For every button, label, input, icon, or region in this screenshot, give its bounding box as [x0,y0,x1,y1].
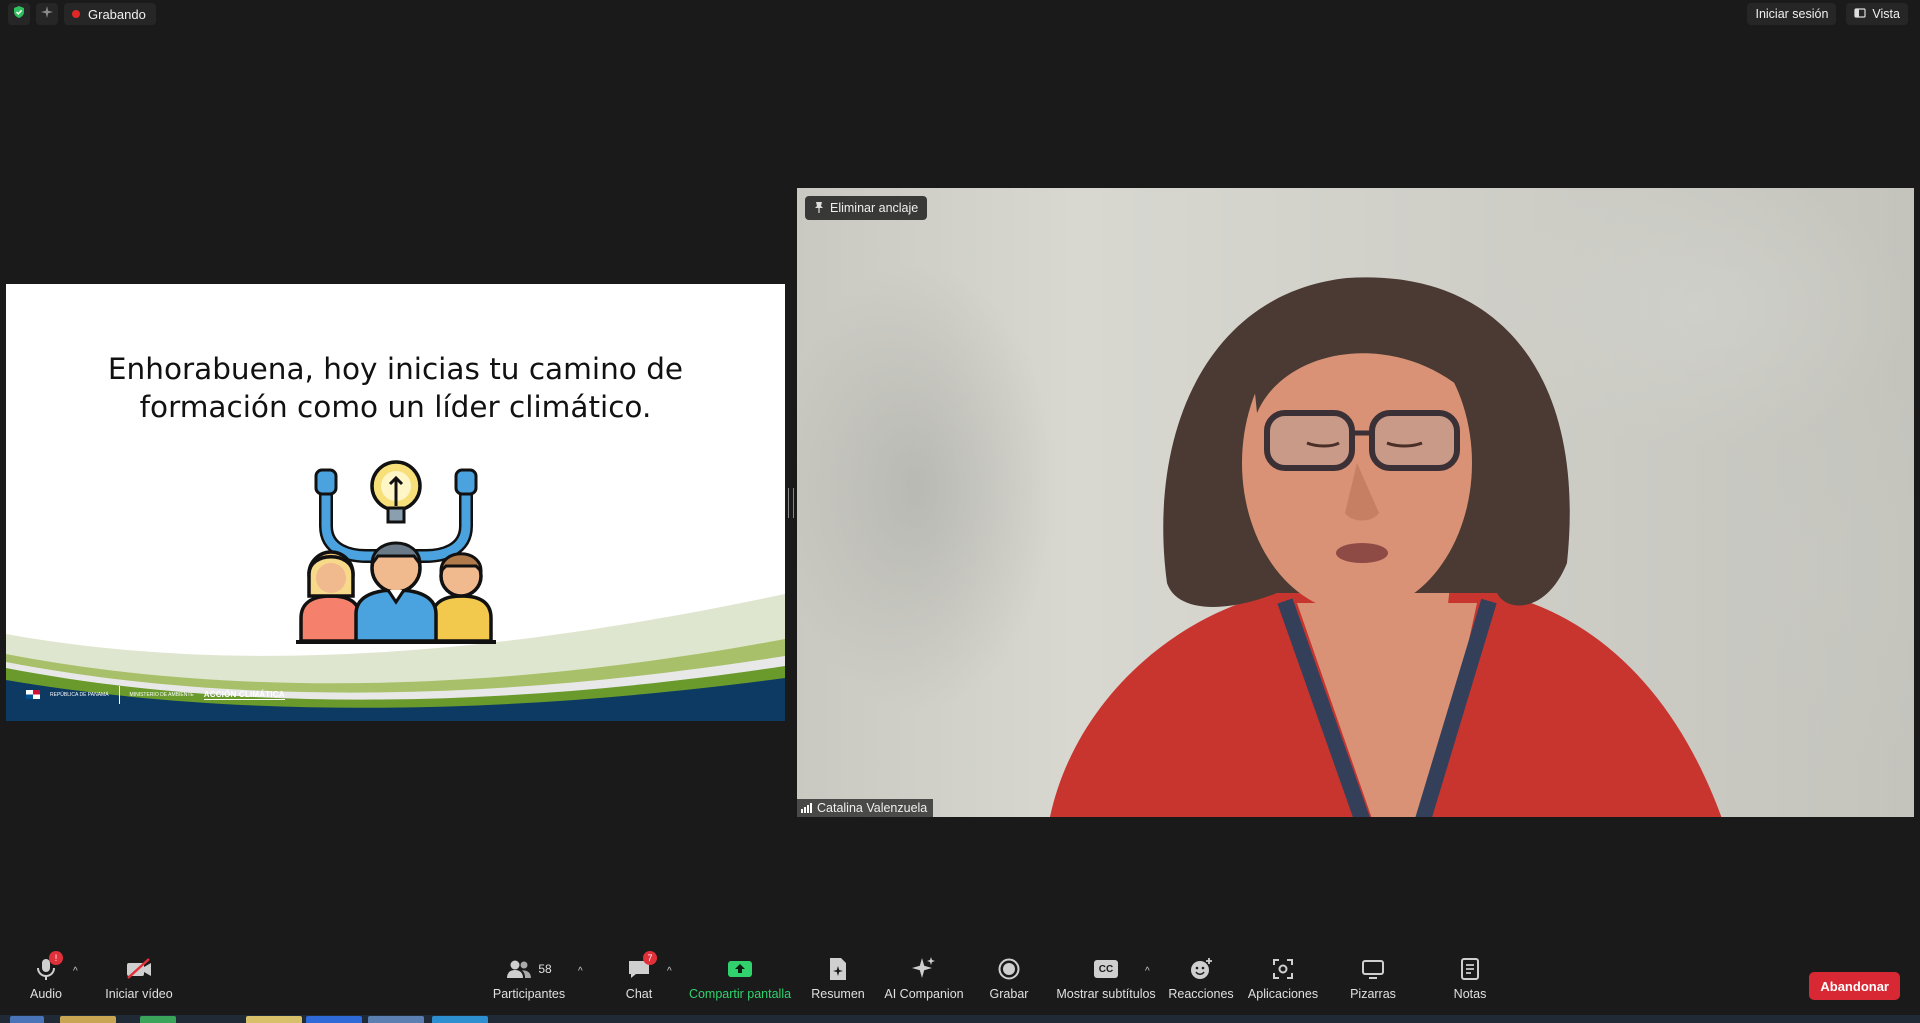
apps-icon [1272,954,1294,984]
logo-ministry: MINISTERIO DE AMBIENTE [129,692,194,698]
top-left-group: Grabando [8,3,156,25]
record-icon [998,954,1020,984]
whiteboard-icon [1361,954,1385,984]
slide-title-line-1: Enhorabuena, hoy inicias tu camino de [107,352,684,386]
meeting-toolbar: ! Audio ^ Iniciar vídeo 58 Participantes… [0,951,1920,1018]
notes-icon [1460,954,1480,984]
summary-icon [828,954,848,984]
participants-count: 58 [538,962,552,976]
participants-icon-group: 58 [506,954,552,984]
security-button[interactable] [8,3,30,25]
participants-button[interactable]: 58 Participantes [492,952,566,1014]
recording-indicator[interactable]: Grabando [64,3,156,25]
audio-options-caret[interactable]: ^ [73,966,78,977]
participant-video-image [1050,277,1722,817]
whiteboards-label: Pizarras [1350,987,1396,1001]
recording-label: Grabando [88,6,146,22]
apps-button[interactable]: Aplicaciones [1248,952,1318,1014]
sign-in-label: Iniciar sesión [1755,7,1829,21]
participants-options-caret[interactable]: ^ [578,966,583,977]
start-video-button[interactable]: Iniciar vídeo [104,952,174,1014]
chat-bubble-icon: 7 [627,951,657,984]
sparkle-icon [40,5,54,24]
meeting-window: Grabando Iniciar sesión Vista Enhorabuen… [0,0,1920,1023]
notes-label: Notas [1453,987,1487,1001]
whiteboards-button[interactable]: Pizarras [1350,952,1396,1014]
summary-label: Resumen [811,987,865,1001]
taskbar-app-icon[interactable] [432,1016,488,1023]
slide-logos: REPÚBLICA DE PANAMÁ MINISTERIO DE AMBIEN… [26,686,285,704]
cc-glyph: CC [1094,960,1118,978]
share-screen-button[interactable]: Compartir pantalla [688,952,792,1014]
view-layout-icon [1854,7,1867,22]
signal-strength-icon [801,803,812,813]
ai-status-button[interactable] [36,3,58,25]
shield-check-icon [12,5,26,24]
taskbar-app-icon[interactable] [140,1016,176,1023]
logo-divider [118,686,120,704]
pin-icon [814,201,824,216]
participant-name-tag: Catalina Valenzuela [797,799,934,817]
climate-leaders-illustration [296,460,496,644]
unpin-button[interactable]: Eliminar anclaje [805,196,928,220]
reactions-button[interactable]: Reacciones [1168,952,1234,1014]
microphone-icon: ! [35,951,63,984]
ai-sparkle-icon [911,954,937,984]
leave-meeting-button[interactable]: Abandonar [1809,972,1900,1000]
video-off-icon [125,954,153,984]
people-icon [507,960,532,978]
slide-title-line-2: formación como un líder climático. [139,390,652,424]
chat-options-caret[interactable]: ^ [667,966,672,977]
audio-badge: ! [49,951,63,965]
taskbar-app-icon[interactable] [246,1016,302,1023]
start-video-label: Iniciar vídeo [105,987,173,1001]
share-screen-icon [727,954,753,984]
view-button[interactable]: Vista [1846,3,1908,25]
apps-label: Aplicaciones [1247,987,1319,1001]
recording-dot-icon [72,10,80,18]
participants-label: Participantes [492,987,566,1001]
flag-icon [26,686,40,704]
participant-video-tile[interactable]: Eliminar anclaje Catalina Valenzuela [797,188,1914,817]
sign-in-button[interactable]: Iniciar sesión [1747,3,1837,25]
view-label: Vista [1872,7,1900,21]
ai-companion-label: AI Companion [884,987,964,1001]
captions-button[interactable]: CC Mostrar subtítulos [1056,952,1156,1014]
top-right-group: Iniciar sesión Vista [1747,3,1908,25]
chat-badge: 7 [643,951,657,965]
reactions-label: Reacciones [1168,987,1234,1001]
taskbar-start-icon[interactable] [10,1016,44,1023]
taskbar-app-icon[interactable] [368,1016,424,1023]
chat-button[interactable]: 7 Chat [624,951,657,1014]
notes-button[interactable]: Notas [1452,952,1488,1014]
logo-republic: REPÚBLICA DE PANAMÁ [50,692,109,698]
unpin-label: Eliminar anclaje [830,201,919,215]
summary-button[interactable]: Resumen [810,952,866,1014]
slide-title: Enhorabuena, hoy inicias tu camino de fo… [6,350,785,426]
logo-accion-climatica: ACCIÓN CLIMÁTICA [203,690,285,700]
captions-options-caret[interactable]: ^ [1145,966,1150,977]
ai-companion-button[interactable]: AI Companion [884,952,964,1014]
captions-icon: CC [1094,954,1118,984]
taskbar-app-icon[interactable] [306,1016,362,1023]
taskbar-app-icon[interactable] [60,1016,116,1023]
record-label: Grabar [989,987,1029,1001]
top-bar: Grabando Iniciar sesión Vista [0,0,1920,28]
participant-name: Catalina Valenzuela [817,801,928,815]
share-screen-label: Compartir pantalla [688,987,792,1001]
shared-screen-slide[interactable]: Enhorabuena, hoy inicias tu camino de fo… [6,284,785,721]
layout-splitter[interactable] [788,488,794,518]
chat-label: Chat [625,987,653,1001]
audio-label: Audio [30,987,62,1001]
audio-button[interactable]: ! Audio [28,951,64,1014]
captions-label: Mostrar subtítulos [1056,987,1156,1001]
reactions-icon [1189,954,1213,984]
record-button[interactable]: Grabar [988,952,1030,1014]
